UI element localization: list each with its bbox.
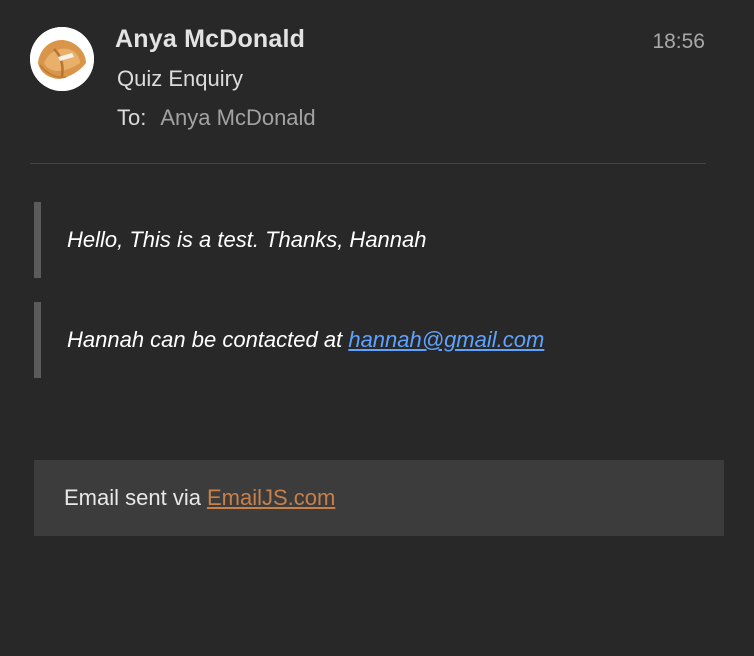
- to-label: To:: [117, 105, 147, 130]
- recipient-name[interactable]: Anya McDonald: [160, 105, 315, 130]
- fortune-cookie-icon: [30, 27, 94, 91]
- received-time: 18:56: [652, 30, 705, 53]
- emailjs-footer: Email sent via EmailJS.com: [34, 460, 724, 536]
- sender-avatar: [30, 27, 94, 91]
- contact-prefix: Hannah can be contacted at: [67, 327, 349, 352]
- sender-name: Anya McDonald: [115, 25, 306, 53]
- contact-email-link[interactable]: hannah@gmail.com: [348, 327, 544, 352]
- footer-prefix: Email sent via: [64, 485, 201, 510]
- message-text: Hello, This is a test. Thanks, Hannah: [67, 227, 427, 252]
- email-subject: Quiz Enquiry: [117, 66, 243, 91]
- contact-text: Hannah can be contacted at hannah@gmail.…: [67, 327, 544, 353]
- message-quote-2: Hannah can be contacted at hannah@gmail.…: [34, 302, 694, 378]
- message-quote-1: Hello, This is a test. Thanks, Hannah: [34, 202, 694, 278]
- header-divider: [30, 163, 706, 164]
- recipient-row: To: Anya McDonald: [117, 105, 316, 131]
- emailjs-link[interactable]: EmailJS.com: [207, 485, 335, 511]
